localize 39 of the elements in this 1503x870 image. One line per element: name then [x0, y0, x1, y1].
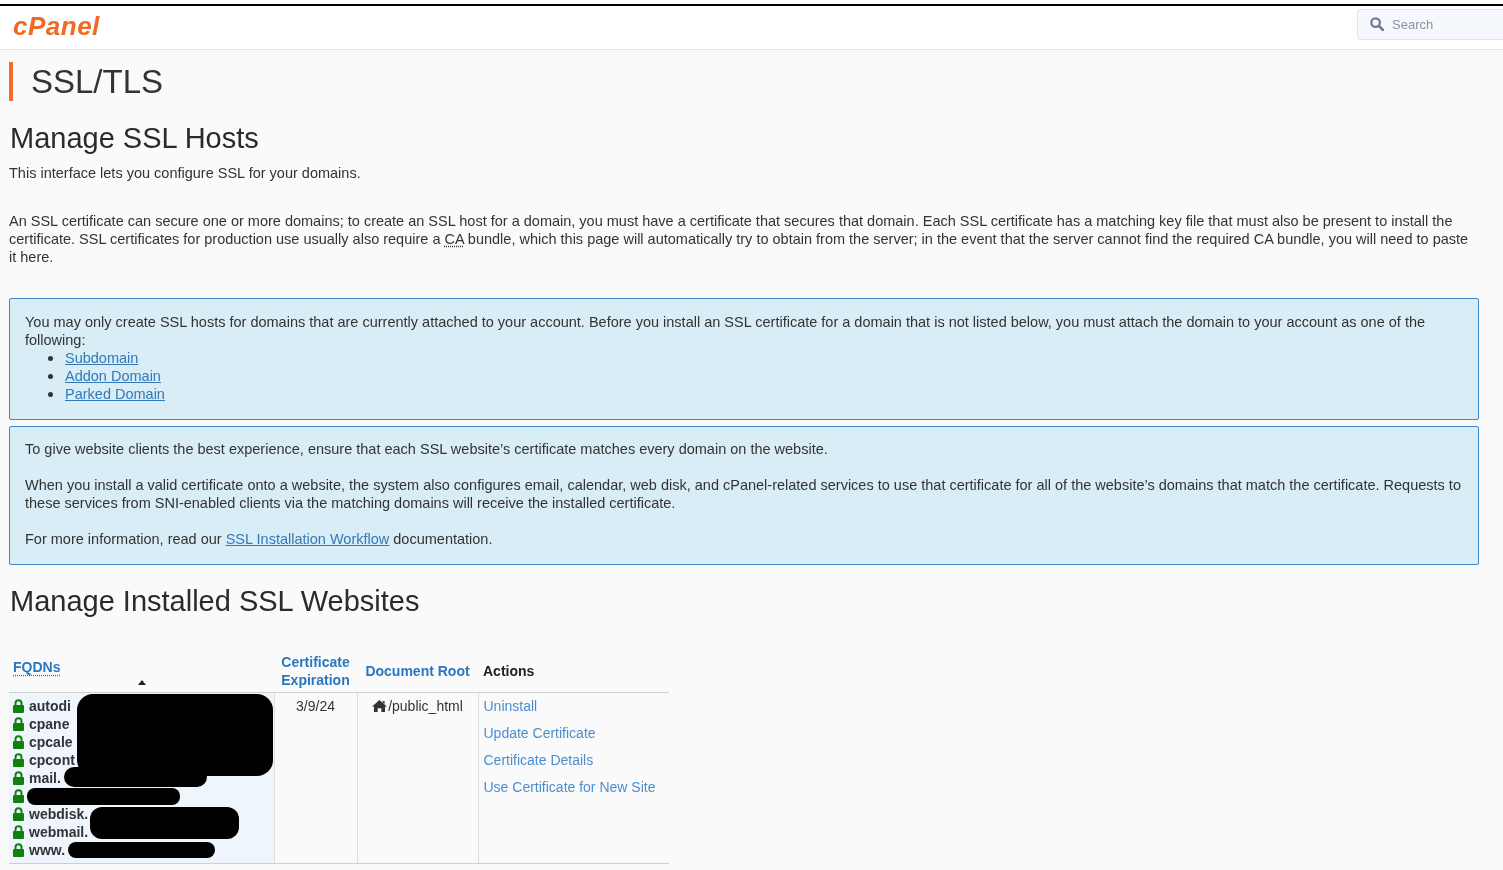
- action-link[interactable]: Use Certificate for New Site: [483, 774, 664, 801]
- section-heading: Manage Installed SSL Websites: [10, 585, 421, 618]
- domain-name: cpcont: [29, 751, 75, 769]
- section-heading: Manage SSL Hosts: [10, 122, 260, 155]
- description-paragraph: An SSL certificate can secure one or more domains; to create an SSL host for a domain, you must have a certificate that secures that domain. Each SSL certificate has a matching key file that must also be present to install the certificate. SSL certificates for production use usually also require a CA bundle, which this page will automatically try to obtain from the server; in the event that the server cannot find the required CA bundle, you will need to paste it here.: [9, 212, 1470, 266]
- notice-paragraph: For more information, read our SSL Installation Workflow documentation.: [25, 530, 494, 548]
- domain-name: mail.: [29, 769, 61, 787]
- home-icon: [372, 700, 388, 712]
- column-header: Actions: [483, 662, 535, 680]
- domain-type-link[interactable]: Addon Domain: [65, 367, 161, 385]
- domain-name: webmail.: [29, 823, 89, 841]
- column-sort-link[interactable]: Document Root: [365, 662, 470, 680]
- search-field[interactable]: Search: [1357, 9, 1503, 40]
- action-link[interactable]: Uninstall: [483, 693, 664, 720]
- domain-name: webdisk.: [29, 805, 89, 823]
- domain-type-link[interactable]: Parked Domain: [65, 385, 165, 403]
- page-title: SSL/TLS: [9, 62, 164, 101]
- column-sort-link[interactable]: FQDNs: [13, 657, 61, 676]
- notice-paragraph: When you install a valid certificate onto a website, the system also configures email, calendar, web disk, and cPanel-related services to use that certificate for all of the website’s domains that match the certificate. Requests to these services from SNI-enabled clients via the matching domains will receive the installed certificate.: [25, 476, 1462, 512]
- action-link[interactable]: Update Certificate: [483, 720, 664, 747]
- domain-name: autodi: [29, 697, 71, 715]
- bullet-icon: [48, 373, 53, 379]
- app-logo: cPanel: [13, 11, 100, 41]
- action-link[interactable]: Certificate Details: [483, 747, 664, 774]
- bullet-icon: [48, 391, 53, 397]
- domain-name: www.: [29, 841, 66, 859]
- table-cell: 3/9/24: [274, 692, 357, 864]
- domain-name: cpane: [29, 715, 70, 733]
- search-icon: [1370, 17, 1384, 31]
- documentation-link[interactable]: SSL Installation Workflow: [225, 531, 390, 547]
- domain-type-link[interactable]: Subdomain: [65, 349, 139, 367]
- notice-paragraph: To give website clients the best experience, ensure that each SSL website’s certificate matches every domain on the website.: [25, 440, 829, 458]
- intro-text: This interface lets you configure SSL for your domains.: [9, 164, 362, 182]
- notice-paragraph: You may only create SSL hosts for domains that are currently attached to your account. Before you install an SSL certificate for a domain that is not listed below, you must attach the domain to your account as one of the following:: [25, 313, 1427, 349]
- document-root-path: /public_html: [388, 697, 463, 715]
- domain-name: cpcale: [29, 733, 73, 751]
- column-sort-link[interactable]: Certificate Expiration: [278, 653, 353, 689]
- bullet-icon: [48, 355, 53, 361]
- sort-ascending-icon[interactable]: [137, 679, 146, 685]
